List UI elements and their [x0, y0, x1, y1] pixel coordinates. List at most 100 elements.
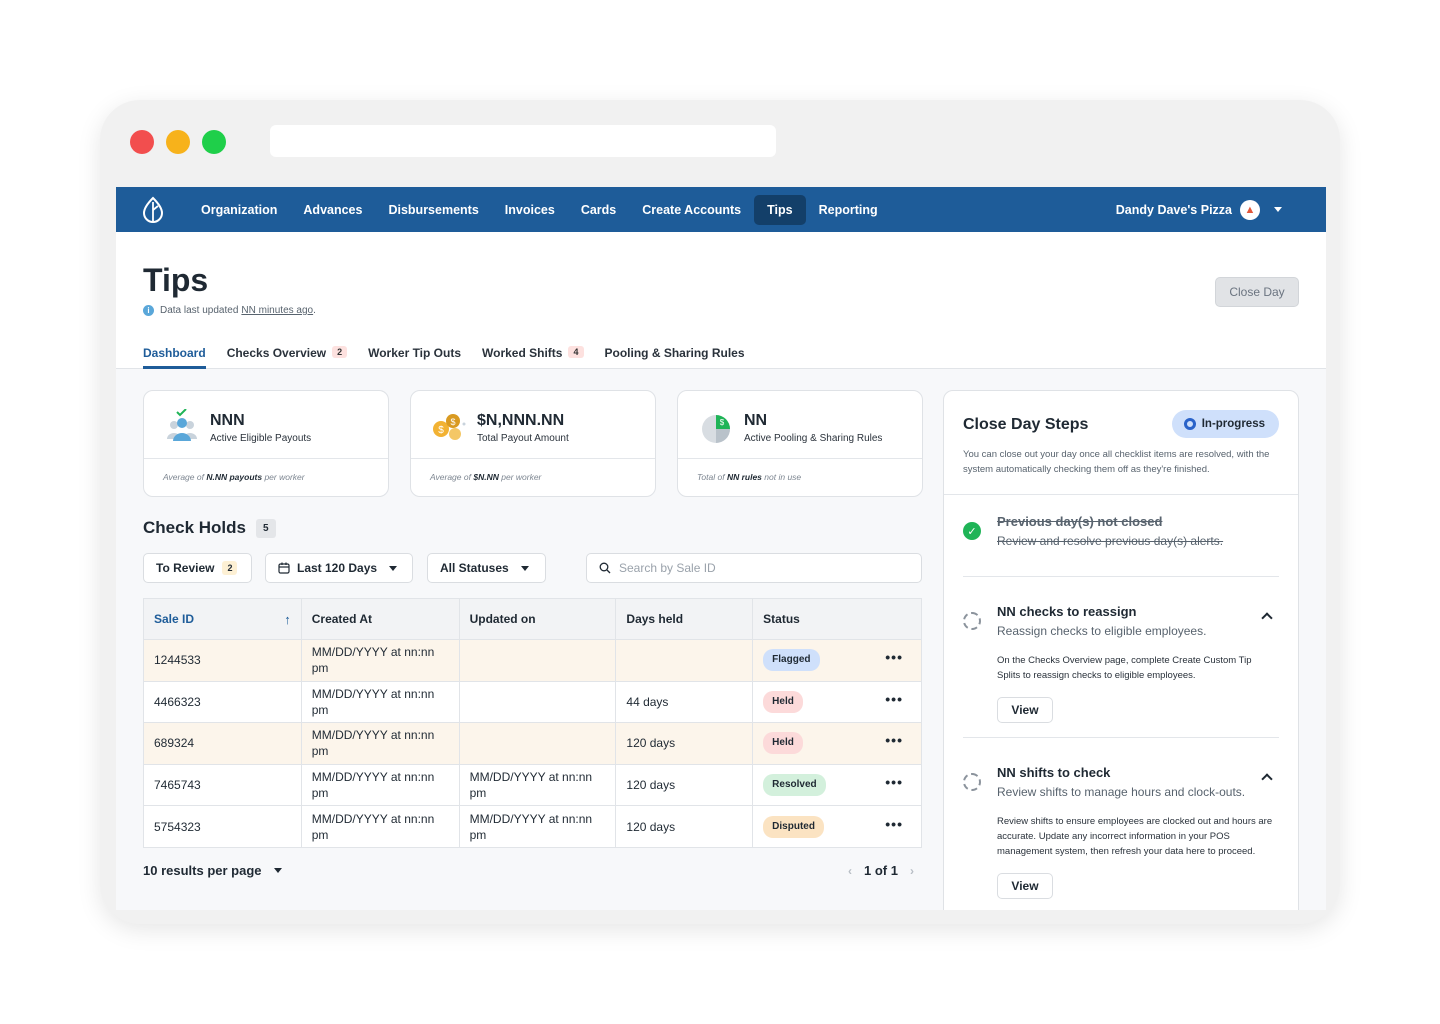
view-button[interactable]: View — [997, 873, 1053, 899]
stat-card-eligible-payouts: NNN Active Eligible Payouts Average of N… — [143, 390, 389, 497]
divider — [944, 494, 1298, 495]
divider — [963, 737, 1279, 738]
status-filter-dropdown[interactable]: All Statuses — [427, 553, 546, 583]
prev-page-icon[interactable]: ‹ — [848, 864, 852, 878]
section-title: Check Holds — [143, 518, 246, 537]
tab-pooling-sharing-rules[interactable]: Pooling & Sharing Rules — [605, 346, 745, 369]
results-per-page-dropdown[interactable]: 10 results per page — [143, 863, 282, 878]
window-maximize-dot[interactable] — [202, 130, 226, 154]
stat-value: NNN — [210, 412, 245, 429]
chevron-up-icon[interactable] — [1261, 612, 1273, 624]
status-badge: Held — [763, 690, 803, 713]
nav-item-tips[interactable]: Tips — [754, 194, 806, 225]
days-held-cell: 120 days — [615, 763, 754, 807]
status-badge: Disputed — [763, 815, 824, 838]
view-button[interactable]: View — [997, 697, 1053, 723]
updated-on-cell: MM/DD/YYYY at nn:nn pm — [458, 805, 617, 848]
date-range-dropdown[interactable]: Last 120 Days — [265, 553, 413, 583]
days-held-cell: 44 days — [615, 680, 754, 724]
page-header: Tips i Data last updated NN minutes ago … — [116, 232, 1326, 369]
sort-arrow-up-icon[interactable]: ↑ — [284, 612, 291, 627]
nav-item-reporting[interactable]: Reporting — [806, 195, 891, 225]
chevron-up-icon[interactable] — [1261, 773, 1273, 785]
next-page-icon[interactable]: › — [910, 864, 914, 878]
step-body: On the Checks Overview page, complete Cr… — [997, 655, 1252, 681]
more-options-icon[interactable]: ••• — [885, 691, 903, 707]
nav-item-cards[interactable]: Cards — [568, 195, 629, 225]
sale-id-cell: 689324 — [143, 722, 302, 765]
search-input[interactable] — [619, 561, 899, 575]
stat-footnote: Average of $N.NN per worker — [430, 472, 542, 482]
stat-card-pooling-rules: $ NN Active Pooling & Sharing Rules Tota… — [677, 390, 923, 497]
close-day-button[interactable]: Close Day — [1215, 277, 1299, 307]
column-header-updated-on[interactable]: Updated on — [458, 598, 617, 640]
updated-suffix: . — [313, 305, 316, 316]
table-row[interactable]: 5754323 MM/DD/YYYY at nn:nn pm MM/DD/YYY… — [143, 805, 922, 848]
nav-item-advances[interactable]: Advances — [290, 195, 375, 225]
table-row[interactable]: 689324 MM/DD/YYYY at nn:nn pm 120 days H… — [143, 722, 922, 765]
top-nav: Organization Advances Disbursements Invo… — [116, 187, 1326, 232]
divider — [678, 458, 922, 459]
account-switcher[interactable]: Dandy Dave's Pizza ▲ — [1116, 187, 1282, 232]
progress-icon — [1183, 418, 1196, 430]
nav-item-disbursements[interactable]: Disbursements — [375, 195, 491, 225]
status-cell: Held ••• — [752, 722, 922, 765]
to-review-filter-button[interactable]: To Review 2 — [143, 553, 252, 583]
tab-worker-tip-outs[interactable]: Worker Tip Outs — [368, 346, 461, 369]
table-row[interactable]: 7465743 MM/DD/YYYY at nn:nn pm MM/DD/YYY… — [143, 763, 922, 807]
table-row[interactable]: 4466323 MM/DD/YYYY at nn:nn pm 44 days H… — [143, 680, 922, 724]
window-close-dot[interactable] — [130, 130, 154, 154]
last-updated-note: i Data last updated NN minutes ago . — [143, 305, 316, 316]
created-at-cell: MM/DD/YYYY at nn:nn pm — [300, 805, 460, 848]
svg-text:$: $ — [450, 417, 455, 427]
status-cell: Resolved ••• — [752, 763, 922, 807]
step-title: NN checks to reassign — [997, 604, 1137, 619]
created-at-cell: MM/DD/YYYY at nn:nn pm — [300, 722, 460, 765]
address-bar[interactable] — [270, 125, 776, 157]
sale-id-cell: 7465743 — [143, 763, 302, 807]
column-header-status[interactable]: Status — [752, 598, 922, 640]
updated-prefix: Data last updated — [160, 305, 239, 316]
more-options-icon[interactable]: ••• — [885, 732, 903, 748]
panel-description: You can close out your day once all chec… — [963, 449, 1270, 475]
nav-item-invoices[interactable]: Invoices — [492, 195, 568, 225]
step-title: NN shifts to check — [997, 765, 1111, 780]
sale-id-cell: 5754323 — [143, 805, 302, 848]
per-page-label: 10 results per page — [143, 863, 262, 878]
column-header-created-at[interactable]: Created At — [300, 598, 460, 640]
updated-time-link[interactable]: NN minutes ago — [241, 305, 313, 316]
status-cell: Disputed ••• — [752, 805, 922, 848]
sale-id-cell: 1244533 — [143, 639, 302, 682]
more-options-icon[interactable]: ••• — [885, 649, 903, 665]
tab-label: Pooling & Sharing Rules — [604, 346, 745, 360]
svg-text:$: $ — [438, 425, 444, 436]
sale-id-search — [586, 553, 922, 583]
page-title: Tips — [143, 262, 209, 298]
browser-window: Organization Advances Disbursements Invo… — [100, 100, 1340, 924]
tab-label: Worked Shifts — [482, 346, 563, 360]
table-row[interactable]: 1244533 MM/DD/YYYY at nn:nn pm Flagged ••… — [143, 639, 922, 682]
column-header-days-held[interactable]: Days held — [615, 598, 754, 640]
updated-on-cell — [458, 639, 617, 682]
window-minimize-dot[interactable] — [166, 130, 190, 154]
chevron-down-icon — [520, 565, 529, 571]
status-cell: Flagged ••• — [752, 639, 922, 682]
tab-worked-shifts[interactable]: Worked Shifts 4 — [482, 346, 584, 369]
stat-footnote: Average of N.NN payouts per worker — [163, 472, 305, 482]
nav-item-organization[interactable]: Organization — [188, 195, 290, 225]
tab-count-badge: 4 — [568, 346, 584, 358]
count-badge: 5 — [255, 518, 276, 538]
tab-dashboard[interactable]: Dashboard — [143, 346, 206, 369]
tab-count-badge: 2 — [332, 346, 348, 358]
step-checks-to-reassign: NN checks to reassign Reassign checks to… — [963, 604, 1279, 724]
divider — [411, 458, 655, 459]
tab-checks-overview[interactable]: Checks Overview 2 — [227, 346, 348, 369]
nav-item-create-accounts[interactable]: Create Accounts — [629, 195, 754, 225]
brand-logo-icon[interactable] — [140, 196, 166, 224]
pie-share-icon: $ — [702, 415, 730, 443]
more-options-icon[interactable]: ••• — [885, 816, 903, 832]
column-header-sale-id[interactable]: Sale ID ↑ — [143, 598, 302, 640]
more-options-icon[interactable]: ••• — [885, 774, 903, 790]
coins-icon: $ $ — [433, 414, 466, 440]
status-cell: Held ••• — [752, 680, 922, 724]
